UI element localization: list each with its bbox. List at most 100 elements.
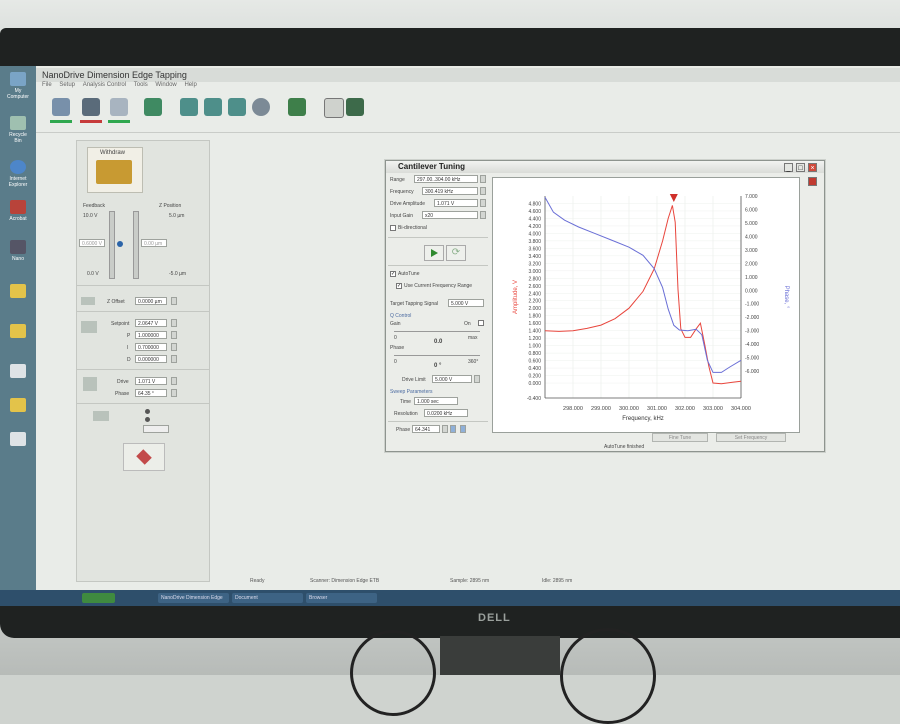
phase-slider[interactable] (394, 355, 480, 356)
use-current-range-checkbox[interactable]: ✓ (396, 283, 402, 289)
target-tapping-field[interactable]: 5.000 V (448, 299, 484, 307)
menu-bar: File Setup Analysis Control Tools Window… (36, 82, 900, 92)
control-panel: Withdraw Feedback Z Position 10.0 V 5.0 … (76, 140, 210, 582)
withdraw-icon (96, 160, 132, 184)
stage-icon[interactable] (144, 98, 162, 116)
y-tick-label: 4.000 (528, 231, 541, 237)
zpos-bottom: -5.0 µm (169, 271, 187, 277)
close-button[interactable]: × (808, 163, 817, 172)
engage-icon[interactable] (180, 98, 198, 116)
phase-spinner[interactable] (171, 389, 177, 397)
microscope-icon[interactable] (52, 98, 70, 116)
taskbar-item[interactable]: Browser (306, 593, 377, 603)
feedback-slider[interactable] (109, 211, 115, 279)
open-icon[interactable] (450, 425, 456, 433)
desktop-icon-my-computer[interactable]: My Computer (5, 72, 31, 100)
i-gain-field[interactable]: 0.700000 (135, 343, 167, 351)
feedback-value: 0.6000 V (79, 239, 105, 247)
phase-bottom-field[interactable]: 64.341 (412, 425, 440, 433)
divider (77, 403, 209, 404)
menu-help[interactable]: Help (184, 82, 196, 88)
drive-amplitude-field[interactable]: 1.071 V (434, 199, 478, 207)
autotune-checkbox[interactable]: ✓ (390, 271, 396, 277)
minimize-button[interactable]: _ (784, 163, 793, 172)
start-sweep-button[interactable] (424, 245, 444, 261)
menu-file[interactable]: File (42, 82, 52, 88)
menu-setup[interactable]: Setup (59, 82, 75, 88)
menu-analysis-control[interactable]: Analysis Control (83, 82, 126, 88)
tip-icon[interactable] (228, 98, 246, 116)
save-icon[interactable] (460, 425, 466, 433)
range-select[interactable]: 297.00..304.00 kHz (414, 175, 478, 183)
resolution-field[interactable]: 0.0200 kHz (424, 409, 468, 417)
y-tick-label: 3.800 (528, 239, 541, 245)
image-icon[interactable] (324, 98, 344, 118)
setpoint-spinner[interactable] (171, 319, 177, 327)
phase-bottom-spinner[interactable] (442, 425, 448, 433)
desktop-icon-nano[interactable]: Nano (5, 240, 31, 262)
q-control-on-checkbox[interactable] (478, 320, 484, 326)
feedback-icon (81, 321, 97, 333)
desktop-icon-folder[interactable] (5, 324, 31, 340)
capture-icon[interactable] (346, 98, 364, 116)
phase-field[interactable]: 64.35 ° (135, 389, 167, 397)
input-gain-dropdown-icon[interactable] (480, 211, 486, 219)
d-gain-field[interactable]: 0.000000 (135, 355, 167, 363)
frequency-field[interactable]: 300.419 kHz (422, 187, 478, 195)
zoffset-field[interactable]: 0.0000 µm (135, 297, 167, 305)
desktop-icon-recycle-bin[interactable]: Recycle Bin (5, 116, 31, 144)
desktop-icon-folder[interactable] (5, 284, 31, 300)
drive-spinner[interactable] (171, 377, 177, 385)
tuning-chart: 298.000 299.000 300.000 301.000 302.000 303.0… (513, 194, 789, 422)
i-gain-spinner[interactable] (171, 343, 177, 351)
bidirectional-checkbox[interactable] (390, 225, 396, 231)
y-tick-label: 4.200 (528, 224, 541, 230)
maximize-button[interactable]: □ (796, 163, 805, 172)
y-tick-label: 4.800 (528, 201, 541, 207)
frequency-spinner[interactable] (480, 187, 486, 195)
taskbar-item[interactable]: Document (232, 593, 303, 603)
drive-field[interactable]: 1.071 V (135, 377, 167, 385)
taskbar-item[interactable]: NanoDrive Dimension Edge (158, 593, 229, 603)
setpoint-field[interactable]: 2.0647 V (135, 319, 167, 327)
drive-limit-field[interactable]: 5.000 V (432, 375, 472, 383)
gain-slider[interactable] (394, 331, 480, 332)
p-gain-field[interactable]: 1.000000 (135, 331, 167, 339)
input-gain-select[interactable]: x20 (422, 211, 478, 219)
mode-radio[interactable] (145, 417, 150, 422)
desktop-icon-document[interactable] (5, 432, 31, 448)
probe-icon[interactable] (110, 98, 128, 116)
zposition-slider[interactable] (133, 211, 139, 279)
withdraw-button[interactable]: Withdraw (87, 147, 143, 193)
d-gain-spinner[interactable] (171, 355, 177, 363)
record-icon[interactable] (808, 177, 817, 186)
menu-window[interactable]: Window (155, 82, 176, 88)
range-label: Range (390, 177, 405, 183)
set-frequency-button[interactable]: Set Frequency (716, 433, 786, 442)
y2-tick-label: 6.000 (745, 207, 758, 213)
drive-amplitude-spinner[interactable] (480, 199, 486, 207)
mode-radio[interactable] (145, 409, 150, 414)
fine-tune-button[interactable]: Fine Tune (652, 433, 708, 442)
desktop-icon-acrobat[interactable]: Acrobat (5, 200, 31, 222)
y2-tick-label: 0.000 (745, 288, 758, 294)
range-dropdown-icon[interactable] (480, 175, 486, 183)
scan-icon[interactable] (82, 98, 100, 116)
desktop-icon-internet-explorer[interactable]: Internet Explorer (5, 160, 31, 188)
p-gain-spinner[interactable] (171, 331, 177, 339)
engage-button[interactable] (123, 443, 165, 471)
status-bar: Ready Scanner: Dimension Edge ETB Sample… (36, 578, 900, 588)
desktop-icon-document[interactable] (5, 364, 31, 380)
zoffset-spinner[interactable] (171, 297, 177, 305)
withdraw-icon[interactable] (204, 98, 222, 116)
approach-icon[interactable] (288, 98, 306, 116)
menu-tools[interactable]: Tools (134, 82, 148, 88)
drive-limit-spinner[interactable] (474, 375, 480, 383)
time-field[interactable]: 1.000 sec (414, 397, 458, 405)
divider (77, 285, 209, 286)
refresh-icon[interactable]: ⟳ (446, 245, 466, 261)
withdraw-label: Withdraw (100, 150, 126, 156)
desktop-icon-folder[interactable] (5, 398, 31, 414)
start-button[interactable] (82, 593, 115, 603)
target-icon[interactable] (252, 98, 270, 116)
